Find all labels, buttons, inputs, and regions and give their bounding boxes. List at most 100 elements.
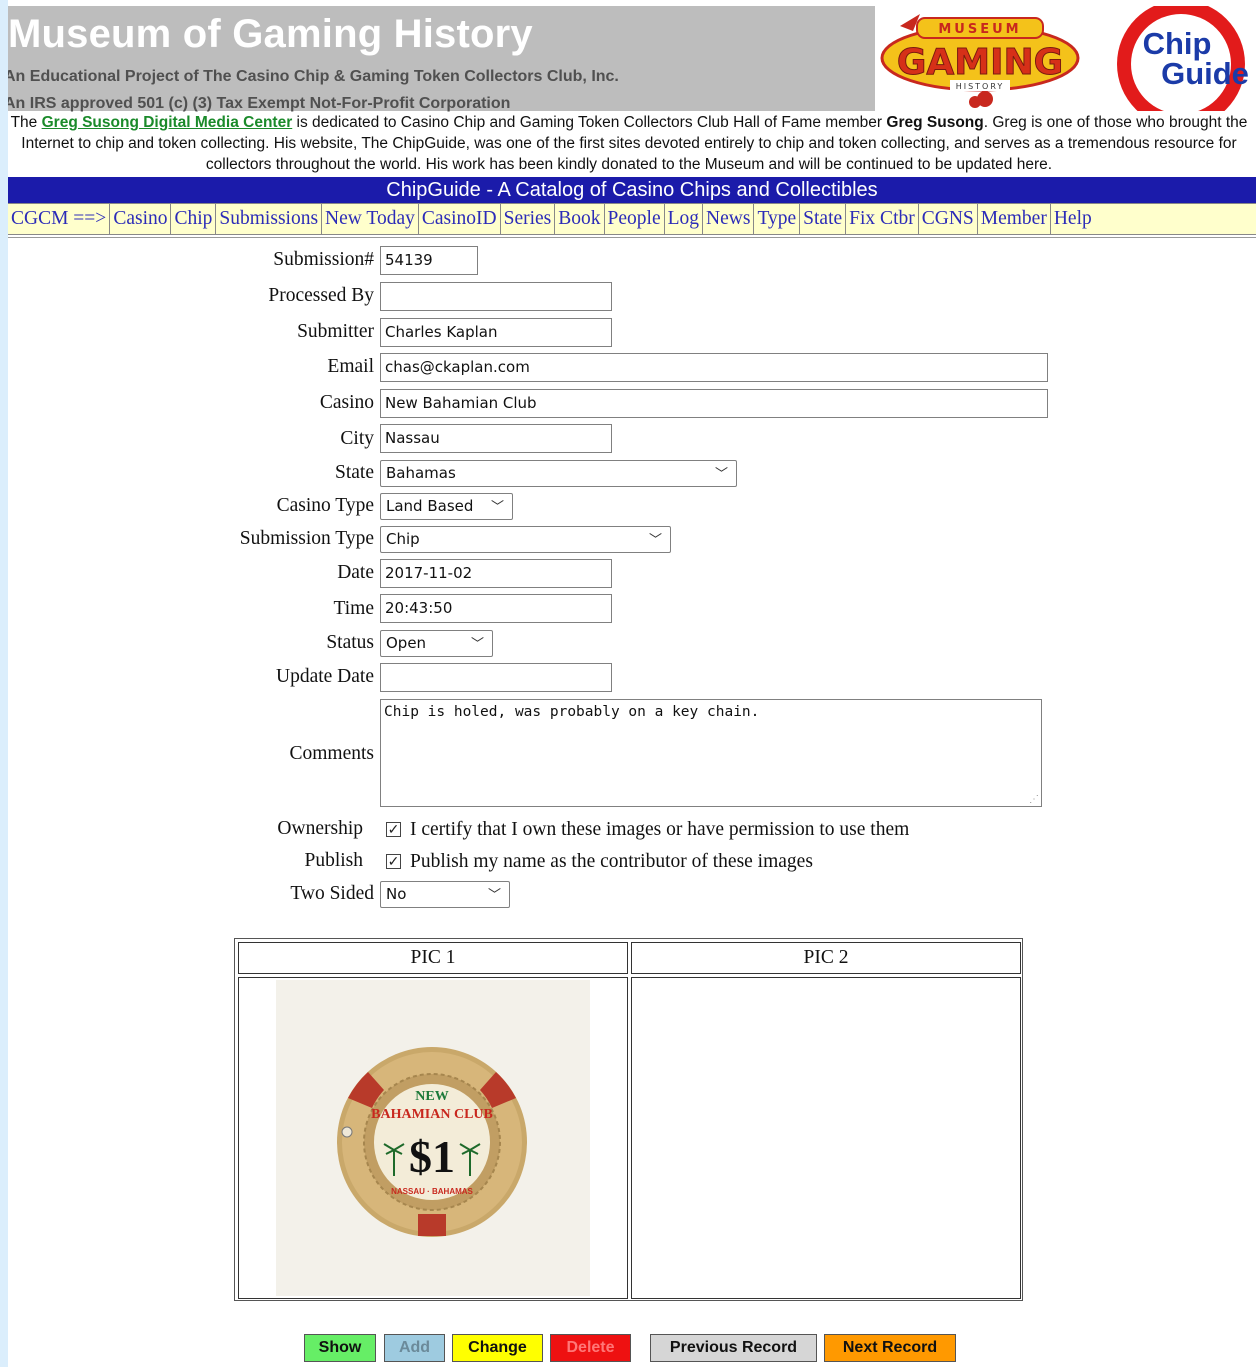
time-field[interactable]: 20:43:50 (380, 594, 612, 623)
submitter-label: Submitter (297, 321, 374, 342)
time-label: Time (333, 598, 374, 619)
pic2-cell (631, 977, 1021, 1299)
pic1-header: PIC 1 (238, 942, 628, 974)
casino-type-label: Casino Type (276, 495, 374, 516)
casino-type-select-value: Land Based (386, 497, 474, 515)
logo-guide-word: Guide (1161, 56, 1249, 91)
chevron-down-icon: ﹀ (648, 533, 662, 548)
show-button[interactable]: Show (304, 1334, 376, 1362)
nav-type[interactable]: Type (754, 204, 801, 234)
two-sided-select[interactable]: No ﹀ (380, 881, 510, 908)
nav-submissions[interactable]: Submissions (216, 204, 323, 234)
submitter-field[interactable]: Charles Kaplan (380, 318, 612, 347)
next-record-button[interactable]: Next Record (824, 1334, 956, 1362)
site-header: Museum of Gaming History An Educational … (8, 6, 1256, 112)
page: Museum of Gaming History An Educational … (8, 0, 1256, 1367)
date-label: Date (337, 562, 374, 583)
catalog-banner: ChipGuide - A Catalog of Casino Chips an… (8, 177, 1256, 203)
status-select[interactable]: Open ﹀ (380, 630, 493, 657)
site-subtitle-irs: An IRS approved 501 (c) (3) Tax Exempt N… (8, 95, 511, 112)
comments-text: Chip is holed, was probably on a key cha… (384, 704, 760, 720)
add-button[interactable]: Add (384, 1334, 445, 1362)
nav-member[interactable]: Member (978, 204, 1051, 234)
update-date-field[interactable] (380, 663, 612, 692)
processed-by-field[interactable] (380, 282, 612, 311)
processed-by-label: Processed By (268, 285, 374, 306)
submission-number-label: Submission# (273, 249, 374, 270)
two-sided-label: Two Sided (290, 883, 374, 904)
digital-media-center-link[interactable]: Greg Susong Digital Media Center (42, 114, 293, 131)
chip-photo[interactable]: NEW BAHAMIAN CLUB $1 NASSAU · BAHAMAS (276, 980, 590, 1296)
status-select-value: Open (386, 634, 427, 652)
city-field[interactable]: Nassau (380, 424, 612, 453)
submission-type-select[interactable]: Chip ﹀ (380, 526, 671, 553)
state-select-value: Bahamas (386, 464, 456, 482)
submission-form: Submission# 54139 Processed By Submitter… (8, 237, 1256, 1367)
nav-book[interactable]: Book (555, 204, 605, 234)
submission-type-label: Submission Type (239, 528, 374, 549)
previous-record-button[interactable]: Previous Record (650, 1334, 817, 1362)
nav-fix-ctbr[interactable]: Fix Ctbr (846, 204, 919, 234)
nav-news[interactable]: News (703, 204, 755, 234)
logo-museum-word: MUSEUM (938, 22, 1021, 37)
two-sided-select-value: No (386, 885, 407, 903)
publish-text: Publish my name as the contributor of th… (410, 851, 813, 872)
intro-paragraph: The Greg Susong Digital Media Center is … (8, 112, 1254, 175)
casino-label: Casino (319, 392, 374, 413)
nav-state[interactable]: State (800, 204, 847, 234)
chip-value-text: $1 (409, 1131, 455, 1182)
nav-log[interactable]: Log (665, 204, 704, 234)
nav-help[interactable]: Help (1051, 204, 1095, 234)
pic2-header: PIC 2 (631, 942, 1021, 974)
state-select[interactable]: Bahamas ﹀ (380, 460, 737, 487)
publish-checkbox[interactable]: ✓ (386, 854, 401, 869)
chevron-down-icon: ﹀ (487, 888, 501, 903)
date-field[interactable]: 2017-11-02 (380, 559, 612, 588)
delete-button[interactable]: Delete (550, 1334, 631, 1362)
nav-casinoid[interactable]: CasinoID (419, 204, 501, 234)
nav-chip[interactable]: Chip (171, 204, 217, 234)
submission-number-field[interactable]: 54139 (380, 246, 478, 275)
publish-label: Publish (304, 850, 363, 871)
nav-casino[interactable]: Casino (110, 204, 172, 234)
museum-gaming-history-logo[interactable]: MUSEUM GAMING HISTORY (875, 6, 1093, 111)
nav-series[interactable]: Series (501, 204, 556, 234)
ownership-checkbox[interactable]: ✓ (386, 822, 401, 837)
pic1-cell: NEW BAHAMIAN CLUB $1 NASSAU · BAHAMAS (238, 977, 628, 1299)
email-label: Email (327, 356, 374, 377)
pictures-table: PIC 1 PIC 2 NEW BAHAMIAN CLUB $1 NASSAU … (234, 938, 1023, 1301)
casino-type-select[interactable]: Land Based ﹀ (380, 493, 513, 520)
chevron-down-icon: ﹀ (714, 467, 728, 482)
state-label: State (335, 462, 374, 483)
update-date-label: Update Date (276, 666, 374, 687)
intro-name: Greg Susong (886, 114, 984, 131)
logo-history-word: HISTORY (956, 82, 1005, 91)
city-label: City (340, 428, 374, 449)
email-field[interactable]: chas@ckaplan.com (380, 353, 1048, 382)
comments-textarea[interactable]: Chip is holed, was probably on a key cha… (380, 699, 1042, 807)
nav-people[interactable]: People (605, 204, 665, 234)
chip-location-text: NASSAU · BAHAMAS (391, 1187, 473, 1196)
nav-cgns[interactable]: CGNS (919, 204, 978, 234)
chip-name-text: BAHAMIAN CLUB (371, 1107, 493, 1122)
intro-middle: is dedicated to Casino Chip and Gaming T… (292, 114, 887, 131)
submission-type-select-value: Chip (386, 530, 420, 548)
nav-new-today[interactable]: New Today (322, 204, 419, 234)
chipguide-logo[interactable]: Chip Guide (1093, 6, 1256, 111)
resize-grip-icon[interactable]: ⋰ (1029, 794, 1039, 805)
comments-label: Comments (289, 743, 374, 764)
intro-prefix: The (10, 114, 42, 131)
chevron-down-icon: ﹀ (470, 637, 484, 652)
site-subtitle-educational: An Educational Project of The Casino Chi… (8, 68, 619, 85)
logo-gaming-word: GAMING (897, 42, 1063, 83)
casino-field[interactable]: New Bahamian Club (380, 389, 1048, 418)
status-label: Status (326, 632, 374, 653)
chevron-down-icon: ﹀ (490, 500, 504, 515)
main-nav: CGCM ==> Casino Chip Submissions New Tod… (8, 203, 1256, 235)
ownership-label: Ownership (277, 818, 363, 839)
change-button[interactable]: Change (452, 1334, 543, 1362)
ownership-text: I certify that I own these images or hav… (410, 819, 910, 840)
site-title: Museum of Gaming History (8, 12, 533, 56)
nav-cgcm[interactable]: CGCM ==> (8, 204, 111, 234)
chip-new-text: NEW (415, 1089, 448, 1104)
